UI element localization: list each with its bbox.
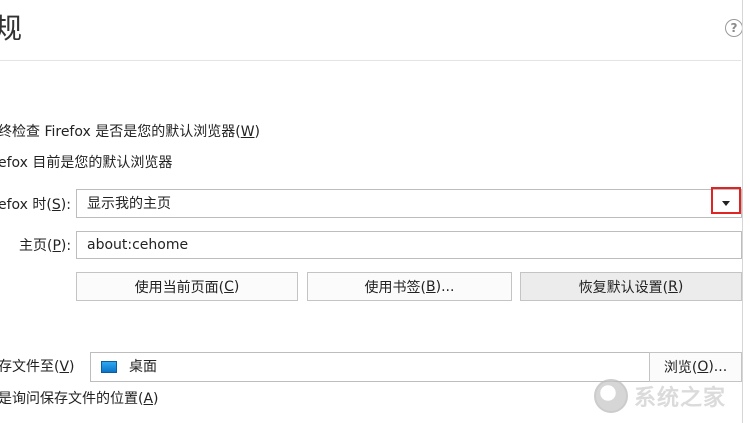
use-bookmark-tail: )... <box>435 278 455 295</box>
restore-default-text: 恢复默认设置( <box>578 279 669 296</box>
watermark-logo-icon <box>594 379 628 413</box>
on-start-select[interactable]: 显示我的主页 <box>76 189 742 218</box>
check-default-text: 终检查 Firefox 是否是您的默认浏览器( <box>0 124 241 140</box>
desktop-folder-icon <box>101 361 117 373</box>
homepage-input[interactable]: about:cehome <box>76 231 742 259</box>
download-folder-value: 桌面 <box>129 359 157 375</box>
always-ask-tail: ) <box>153 391 159 407</box>
on-start-selected-value: 显示我的主页 <box>87 195 171 212</box>
watermark-text: 系统之家 <box>634 386 727 411</box>
use-bookmark-button[interactable]: 使用书签(B)... <box>307 272 512 301</box>
on-start-tail: ): <box>60 197 71 213</box>
check-default-tail: ) <box>254 124 261 140</box>
restore-default-accesskey: R <box>668 278 678 295</box>
homepage-label: 主页(P): <box>19 237 71 255</box>
check-default-accesskey: W <box>240 124 255 140</box>
use-current-accesskey: C <box>224 278 234 295</box>
scroll-edge <box>742 0 743 423</box>
restore-default-tail: ) <box>677 278 684 295</box>
restore-default-button[interactable]: 恢复默认设置(R) <box>520 272 742 301</box>
use-current-page-button[interactable]: 使用当前页面(C) <box>76 272 298 301</box>
homepage-accesskey: P <box>52 238 61 254</box>
save-to-text: 存文件至( <box>0 359 60 375</box>
use-bookmark-text: 使用书签( <box>364 279 427 296</box>
default-browser-status: efox 目前是您的默认浏览器 <box>0 155 173 171</box>
save-to-accesskey: V <box>59 359 70 375</box>
use-current-tail: ) <box>233 278 240 295</box>
homepage-value: about:cehome <box>87 237 189 253</box>
always-ask-accesskey: A <box>143 391 154 407</box>
watermark: 系统之家 <box>594 376 744 416</box>
always-ask-text: 是询问保存文件的位置( <box>0 391 144 407</box>
on-start-text: efox 时( <box>0 197 52 213</box>
header-divider <box>0 60 741 61</box>
dropdown-highlight-box <box>711 187 741 214</box>
download-folder-field[interactable]: 桌面 <box>90 352 650 382</box>
browse-tail: )... <box>708 359 728 375</box>
on-start-label: efox 时(S): <box>0 196 71 214</box>
browse-accesskey: O <box>697 359 709 375</box>
check-default-checkbox-label[interactable]: 终检查 Firefox 是否是您的默认浏览器(W) <box>0 123 260 141</box>
use-bookmark-accesskey: B <box>426 278 436 295</box>
page-title: 规 <box>0 12 23 45</box>
homepage-text: 主页( <box>19 238 53 254</box>
homepage-tail: ): <box>60 238 72 254</box>
use-current-text: 使用当前页面( <box>134 279 225 296</box>
save-to-label[interactable]: 存文件至(V) <box>0 358 75 376</box>
save-to-tail: ) <box>69 359 75 375</box>
browse-text: 浏览( <box>663 360 698 376</box>
on-start-accesskey: S <box>51 197 61 213</box>
help-icon[interactable]: ? <box>725 19 743 37</box>
always-ask-label[interactable]: 是询问保存文件的位置(A) <box>0 390 159 408</box>
